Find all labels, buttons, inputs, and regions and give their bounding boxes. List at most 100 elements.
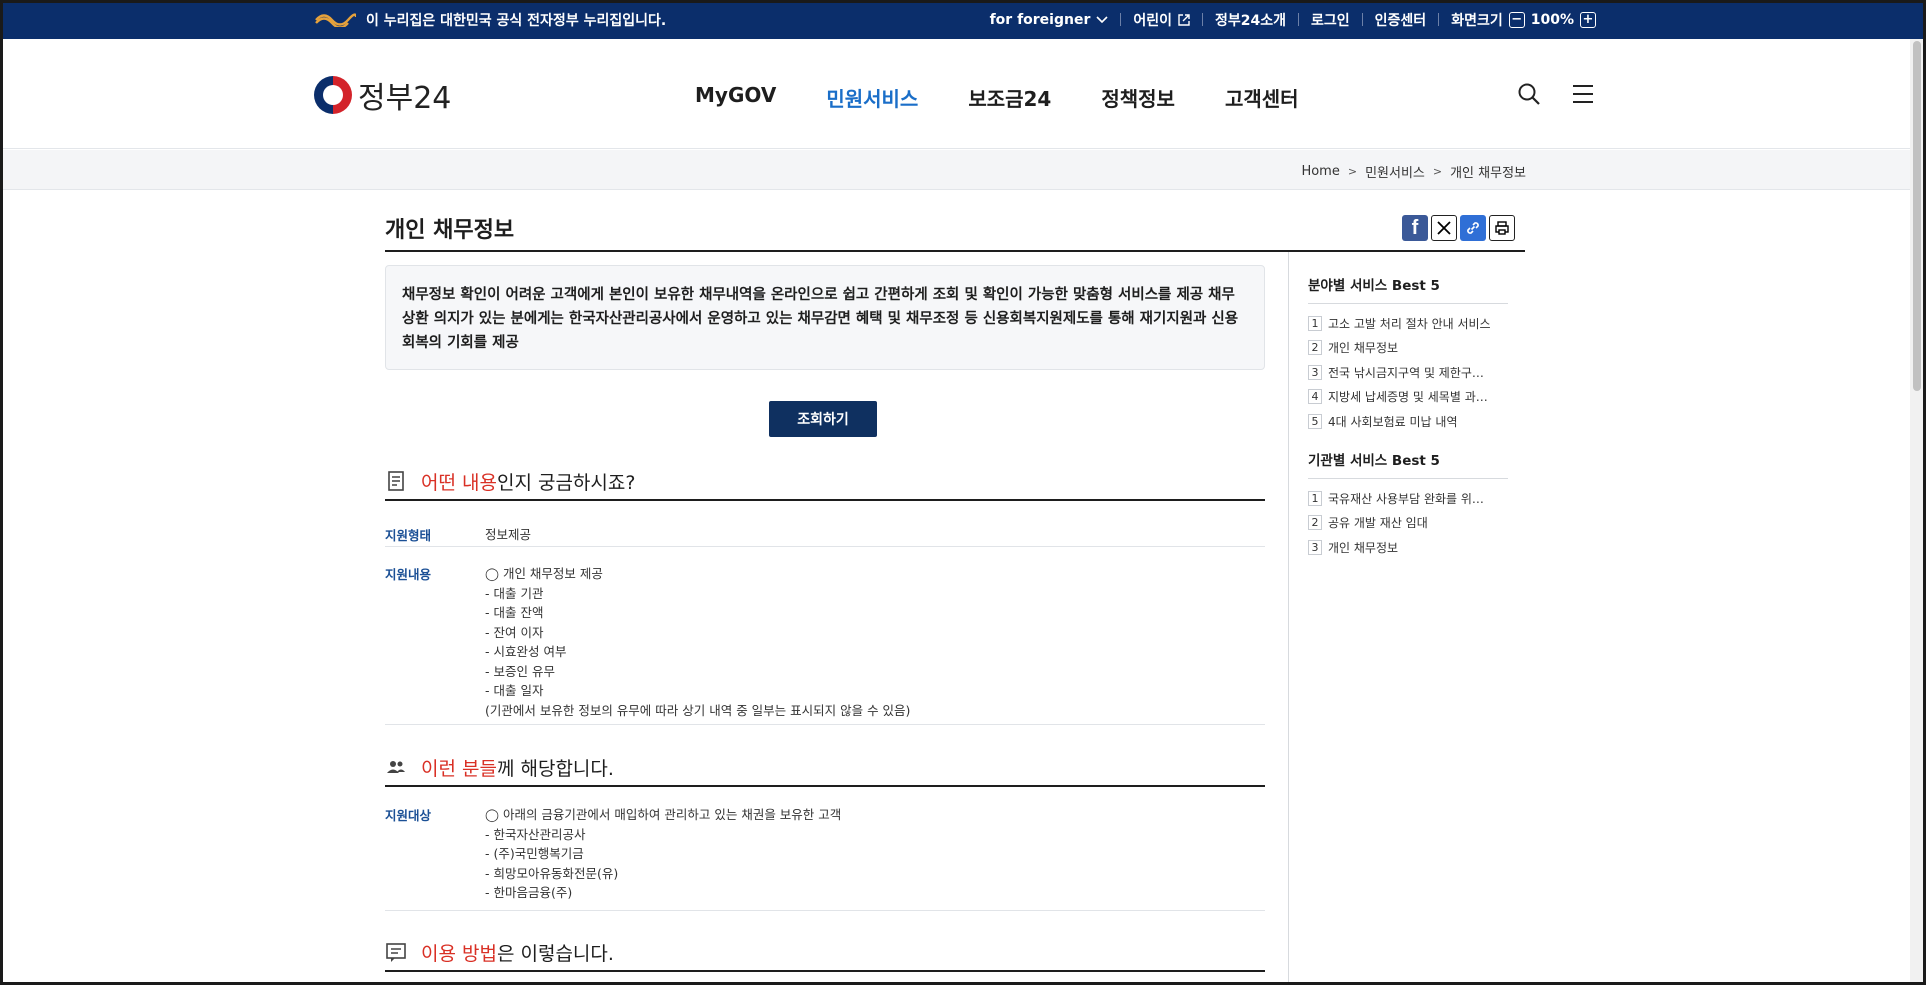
list-item: - 잔여 이자	[485, 624, 544, 640]
zoom-value: 100%	[1530, 11, 1574, 28]
aside-item-label: 개인 채무정보	[1328, 341, 1399, 356]
section-who-rest: 께 해당합니다.	[496, 757, 614, 780]
nav-subsidy24[interactable]: 보조금24	[968, 83, 1051, 112]
aside-item-label: 고소 고발 처리 절차 안내 서비스	[1328, 316, 1491, 331]
site-logo[interactable]: 정부24	[314, 73, 451, 117]
main-nav: MyGOV 민원서비스 보조금24 정책정보 고객센터	[695, 83, 1299, 112]
section-what-rest: 인지 궁금하시죠?	[496, 471, 636, 494]
query-button[interactable]: 조회하기	[769, 401, 877, 437]
zoom-in-button[interactable]: +	[1580, 11, 1596, 28]
nav-civil-services[interactable]: 민원서비스	[826, 83, 918, 112]
site-header: 정부24 MyGOV 민원서비스 보조금24 정책정보 고객센터	[0, 39, 1926, 149]
x-icon[interactable]	[1431, 215, 1457, 241]
gov-banner: 이 누리집은 대한민국 공식 전자정부 누리집입니다. for foreigne…	[0, 0, 1926, 39]
nav-policy-info[interactable]: 정책정보	[1101, 83, 1175, 112]
rank-badge: 3	[1308, 539, 1322, 555]
aside-item-label: 4대 사회보험료 미납 내역	[1328, 414, 1458, 429]
taegeuk-logo-icon	[314, 76, 352, 114]
aside-org-item[interactable]: 1 국유재산 사용부담 완화를 위…	[1308, 486, 1508, 511]
rank-badge: 2	[1308, 515, 1322, 531]
gov-notice: 이 누리집은 대한민국 공식 전자정부 누리집입니다.	[366, 12, 667, 29]
aside-item-label: 국유재산 사용부담 완화를 위…	[1328, 491, 1484, 506]
nav-customer-center[interactable]: 고객센터	[1225, 83, 1299, 112]
section-heading-what: 어떤 내용인지 궁금하시죠?	[385, 463, 1265, 501]
support-content-label: 지원내용	[385, 567, 432, 582]
page-scrollbar[interactable]	[1910, 39, 1923, 982]
search-icon[interactable]	[1516, 81, 1542, 107]
list-item: - 대출 잔액	[485, 605, 544, 620]
rank-badge: 3	[1308, 364, 1322, 380]
section-how-rest: 은 이렇습니다.	[496, 942, 614, 965]
aside-field-item[interactable]: 5 4대 사회보험료 미납 내역	[1308, 409, 1508, 434]
list-item: - 대출 일자	[485, 683, 544, 698]
for-foreigner-link[interactable]: for foreigner	[990, 12, 1109, 28]
print-icon[interactable]	[1489, 215, 1515, 241]
share-toolbar: f	[1402, 215, 1515, 241]
support-type-label: 지원형태	[385, 528, 432, 543]
scrollbar-thumb[interactable]	[1913, 41, 1921, 391]
rank-badge: 2	[1308, 340, 1322, 356]
breadcrumb: Home > 민원서비스 > 개인 채무정보	[1301, 162, 1526, 181]
aside-field-best5: 분야별 서비스 Best 5 1 고소 고발 처리 절차 안내 서비스 2 개인 채…	[1308, 274, 1508, 434]
aside-org-item[interactable]: 3 개인 채무정보	[1308, 535, 1508, 560]
title-divider	[385, 250, 1525, 252]
section-heading-how: 이용 방법은 이렇습니다.	[385, 934, 1265, 972]
list-item: - 시효완성 여부	[485, 644, 567, 659]
aside-field-item[interactable]: 3 전국 낚시금지구역 및 제한구…	[1308, 360, 1508, 385]
external-link-icon	[1178, 13, 1190, 26]
nav-mygov[interactable]: MyGOV	[695, 83, 776, 112]
logo-text: 정부24	[358, 81, 452, 116]
zoom-label: 화면크기	[1451, 12, 1503, 29]
facebook-icon[interactable]: f	[1402, 215, 1428, 241]
target-value: ◯ 아래의 금융기관에서 매입하여 관리하고 있는 채권을 보유한 고객 - 한…	[485, 805, 841, 903]
aside-org-best5: 기관별 서비스 Best 5 1 국유재산 사용부담 완화를 위… 2 공유 개발 …	[1308, 449, 1508, 560]
chevron-right-icon: >	[1432, 165, 1443, 178]
kids-label: 어린이	[1133, 12, 1173, 29]
list-item: - 한국자산관리공사	[485, 826, 586, 842]
detail-row-support-content: 지원내용 ◯ 개인 채무정보 제공 - 대출 기관 - 대출 잔액 - 잔여 이…	[385, 548, 1265, 725]
list-item: ◯ 개인 채무정보 제공	[485, 566, 603, 581]
kids-link[interactable]: 어린이	[1133, 10, 1190, 30]
list-item: - (주)국민행복기금	[485, 846, 584, 861]
menu-icon[interactable]	[1570, 81, 1596, 107]
service-summary: 채무정보 확인이 어려운 고객에게 본인이 보유한 채무내역을 온라인으로 쉽고…	[385, 265, 1265, 370]
page-title: 개인 채무정보	[385, 218, 515, 243]
aside-org-title: 기관별 서비스 Best 5	[1308, 449, 1508, 479]
support-content-value: ◯ 개인 채무정보 제공 - 대출 기관 - 대출 잔액 - 잔여 이자 - 시…	[485, 564, 910, 720]
section-what-highlight: 어떤 내용	[421, 471, 497, 494]
support-type-value: 정보제공	[485, 527, 532, 542]
target-label: 지원대상	[385, 808, 432, 823]
people-icon	[387, 761, 405, 773]
breadcrumb-civil-services[interactable]: 민원서비스	[1365, 162, 1425, 181]
aside-org-item[interactable]: 2 공유 개발 재산 임대	[1308, 511, 1508, 536]
aside-field-item[interactable]: 2 개인 채무정보	[1308, 336, 1508, 361]
chat-list-icon	[386, 943, 406, 962]
rank-badge: 4	[1308, 389, 1322, 405]
cert-center-link[interactable]: 인증센터	[1375, 10, 1427, 30]
rank-badge: 1	[1308, 315, 1322, 331]
breadcrumb-bar: Home > 민원서비스 > 개인 채무정보	[0, 150, 1910, 190]
detail-row-support-type: 지원형태 정보제공	[385, 509, 1265, 547]
rank-badge: 5	[1308, 413, 1322, 429]
aside-item-label: 공유 개발 재산 임대	[1328, 516, 1428, 531]
detail-row-target: 지원대상 ◯ 아래의 금융기관에서 매입하여 관리하고 있는 채권을 보유한 고…	[385, 789, 1265, 911]
link-icon[interactable]	[1460, 215, 1486, 241]
aside-field-item[interactable]: 1 고소 고발 처리 절차 안내 서비스	[1308, 311, 1508, 336]
list-item: - 보증인 유무	[485, 663, 555, 679]
rank-badge: 1	[1308, 490, 1322, 506]
zoom-out-button[interactable]: −	[1508, 11, 1525, 28]
gov-emblem-icon	[314, 12, 356, 27]
login-link[interactable]: 로그인	[1311, 10, 1350, 30]
chevron-down-icon	[1096, 15, 1108, 23]
breadcrumb-home[interactable]: Home	[1301, 164, 1339, 179]
list-item: - 대출 기관	[485, 585, 544, 601]
breadcrumb-current: 개인 채무정보	[1450, 166, 1526, 181]
chevron-right-icon: >	[1347, 165, 1358, 178]
section-who-highlight: 이런 분들	[421, 757, 497, 780]
aside-field-item[interactable]: 4 지방세 납세증명 및 세목별 과…	[1308, 385, 1508, 410]
section-how-highlight: 이용 방법	[421, 942, 497, 965]
document-icon	[388, 471, 404, 491]
about-link[interactable]: 정부24소개	[1215, 10, 1286, 30]
aside-item-label: 개인 채무정보	[1328, 540, 1399, 555]
aside-item-label: 전국 낚시금지구역 및 제한구…	[1328, 365, 1484, 380]
